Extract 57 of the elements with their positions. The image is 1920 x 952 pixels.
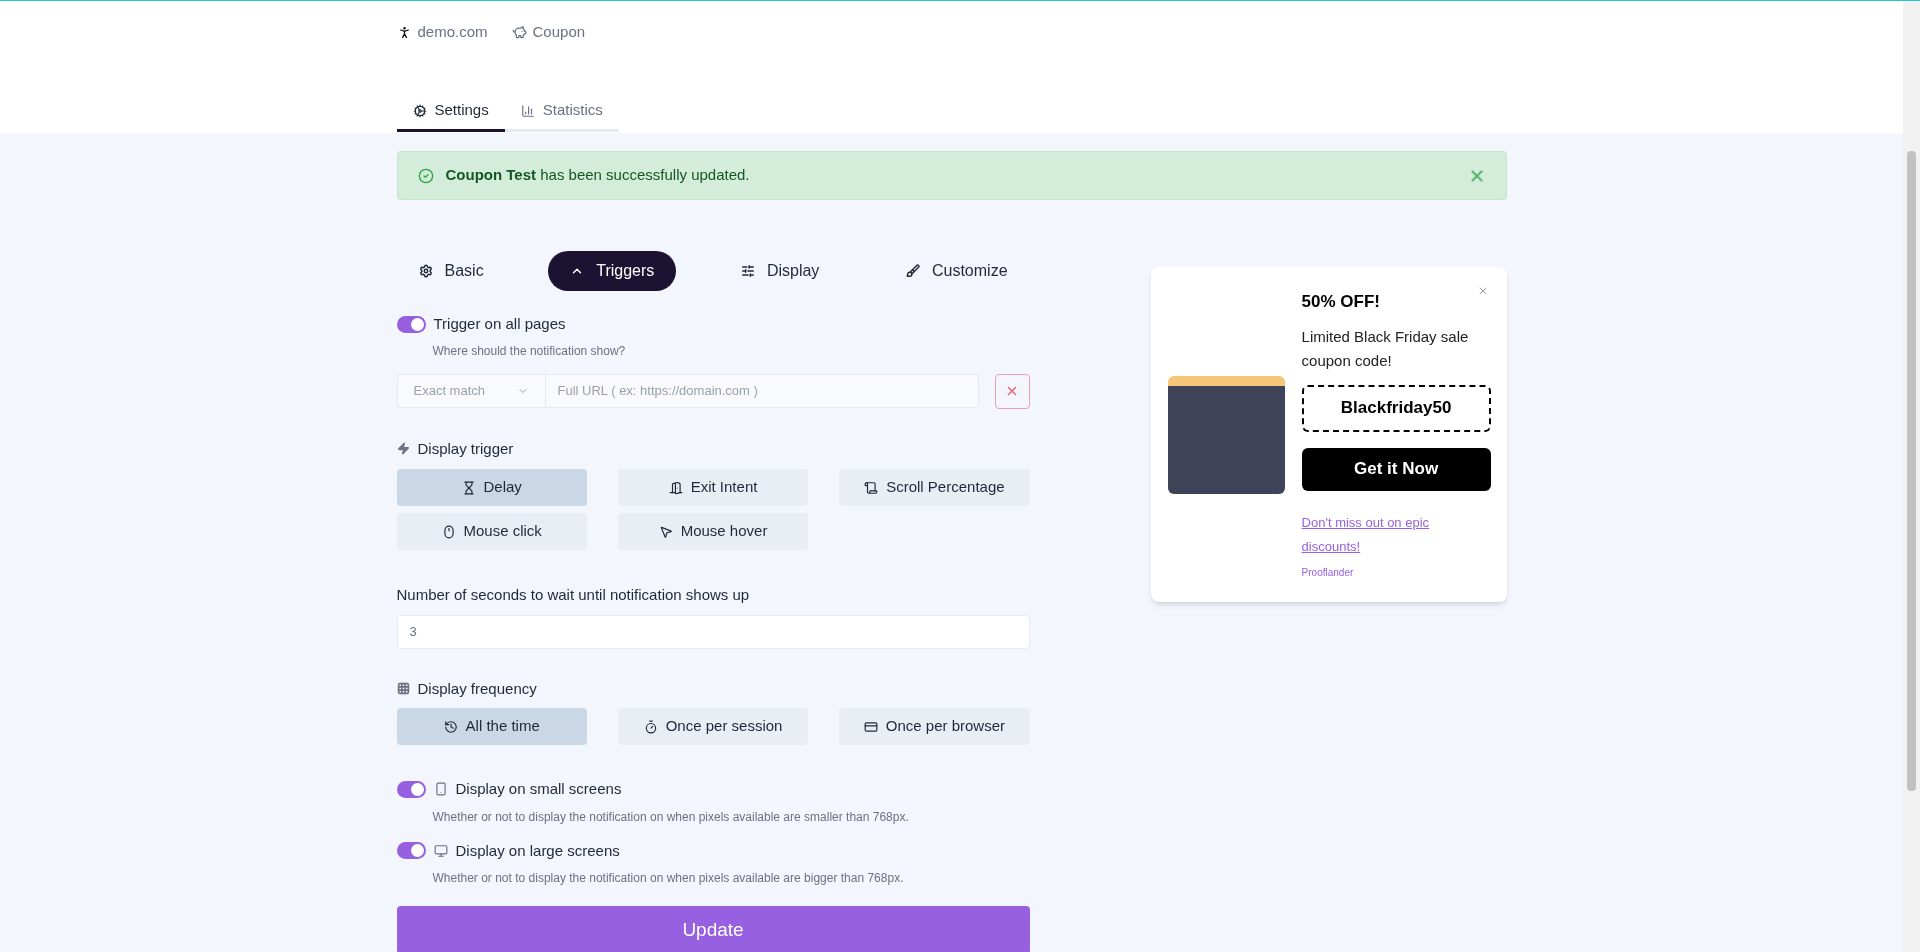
hint-text: Whether or not to display the notification on when pixels available are smaller than 768px. (432, 808, 910, 826)
piggy-bank-icon (511, 24, 527, 40)
section-tab[interactable]: Basic (396, 251, 506, 291)
seconds-input[interactable]: 3 (396, 614, 1030, 649)
update-button[interactable]: Update (396, 906, 1030, 952)
toggle-switch[interactable] (396, 780, 426, 798)
section-tab[interactable]: Triggers (548, 251, 677, 291)
scroll-icon (864, 480, 879, 495)
option-button[interactable]: Once per session (617, 708, 809, 745)
grid-icon (396, 682, 410, 696)
stopwatch-icon (643, 719, 658, 734)
toggle-label: Display on large screens (455, 840, 620, 861)
option-button[interactable]: Delay (396, 469, 587, 506)
section-label: Display frequency (417, 678, 537, 699)
gear-icon (418, 264, 433, 278)
coupon-code: Blackfriday50 (1301, 384, 1491, 432)
scrollbar[interactable] (1903, 1, 1920, 952)
toggle-switch[interactable] (396, 315, 426, 333)
tab[interactable]: Statistics (504, 92, 619, 132)
option-button[interactable]: Once per browser (839, 708, 1030, 745)
option-button[interactable]: Mouse hover (617, 513, 809, 550)
popup-title: 50% OFF! (1301, 291, 1380, 313)
cursor-icon (658, 524, 673, 539)
mouse-icon (441, 524, 456, 539)
option-button[interactable]: Exit Intent (617, 469, 809, 506)
lightning-icon (396, 442, 410, 456)
hint-text: Whether or not to display the notification on when pixels available are bigger than 768px. (432, 870, 905, 887)
meta-label: demo.com (417, 21, 488, 42)
toggle-label: Trigger on all pages (433, 314, 566, 334)
meta-label: Coupon (532, 21, 586, 42)
option-button[interactable]: All the time (396, 708, 587, 745)
tab[interactable]: Settings (396, 92, 505, 132)
get-it-now-button[interactable]: Get it Now (1301, 447, 1491, 491)
history-icon (443, 719, 458, 734)
phone-icon (433, 782, 448, 797)
option-button[interactable]: Mouse click (396, 513, 587, 550)
section-tab[interactable]: Customize (883, 251, 1030, 291)
option-button[interactable]: Scroll Percentage (839, 469, 1030, 506)
check-circle-icon (417, 167, 434, 184)
door-icon (668, 480, 683, 495)
remove-button[interactable] (994, 373, 1030, 409)
section-label: Display trigger (417, 438, 514, 459)
popup-description: Limited Black Friday sale coupon code! (1301, 326, 1470, 371)
hourglass-icon (461, 480, 476, 495)
field-label: Number of seconds to wait until notification shows up (396, 585, 751, 605)
hint-text: Where should the notification show? (432, 342, 627, 360)
card-icon (863, 719, 878, 734)
sliders-icon (740, 264, 755, 278)
section-tab[interactable]: Display (718, 251, 842, 291)
brush-icon (905, 264, 920, 278)
alert-message: Coupon Test has been successfully updated. (445, 165, 751, 186)
monitor-icon (433, 843, 448, 858)
toggle-switch[interactable] (396, 842, 426, 860)
discount-link[interactable]: Don't miss out on epic discounts! (1301, 510, 1491, 559)
toggle-label: Display on small screens (455, 779, 622, 799)
brand-label: Prooflander (1301, 565, 1355, 580)
bar-chart-icon (520, 103, 535, 118)
